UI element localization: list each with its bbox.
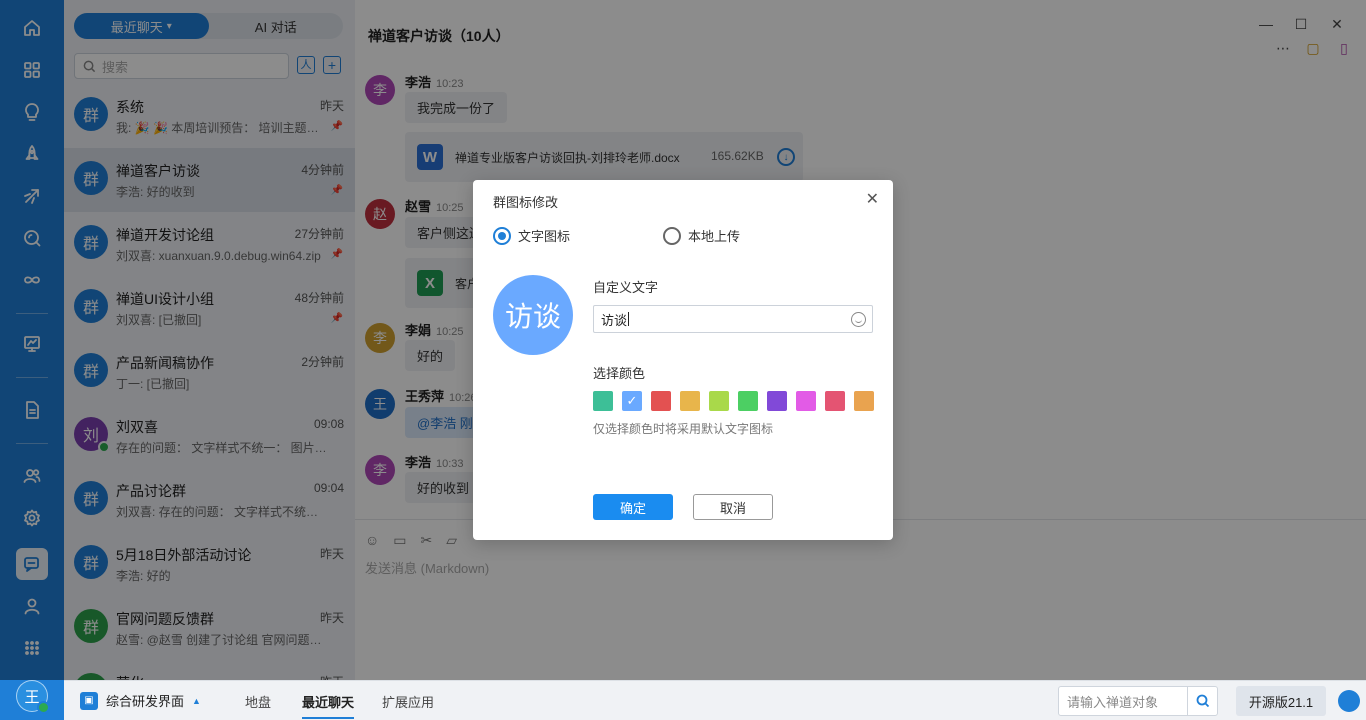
custom-text-label: 自定义文字: [593, 280, 659, 295]
color-swatch[interactable]: [854, 391, 874, 411]
color-swatches: ✓: [593, 391, 874, 411]
radio-checked-icon: [493, 226, 511, 245]
text-caret: [628, 312, 630, 326]
color-swatch[interactable]: [680, 391, 700, 411]
color-swatch[interactable]: [593, 391, 613, 411]
radio-label: 文字图标: [518, 229, 571, 244]
color-swatch[interactable]: [651, 391, 671, 411]
check-icon: ✓: [626, 393, 638, 408]
radio-label: 本地上传: [688, 229, 741, 244]
workspace-label: 综合研发界面: [106, 694, 185, 709]
emoji-icon[interactable]: [851, 312, 866, 327]
workspace-switcher[interactable]: ▣ 综合研发界面 ▲: [80, 691, 201, 710]
radio-unchecked-icon: [663, 226, 681, 245]
caret-up-icon: ▲: [192, 695, 201, 706]
close-icon[interactable]: ✕: [866, 192, 879, 208]
version-badge[interactable]: 开源版21.1: [1236, 686, 1326, 716]
tab-recent-chats-bottom[interactable]: 最近聊天: [302, 692, 355, 719]
color-swatch[interactable]: [738, 391, 758, 411]
color-swatch[interactable]: [796, 391, 816, 411]
workspace-icon: ▣: [80, 691, 98, 710]
online-status-icon: [37, 701, 50, 714]
color-swatch[interactable]: [825, 391, 845, 411]
color-swatch[interactable]: [767, 391, 787, 411]
color-label: 选择颜色: [593, 366, 646, 381]
custom-text-input[interactable]: 访谈: [593, 305, 873, 333]
cancel-button[interactable]: 取消: [693, 494, 773, 520]
tab-dashboard[interactable]: 地盘: [245, 692, 271, 711]
confirm-button[interactable]: 确定: [593, 494, 673, 520]
group-icon-dialog: 群图标修改 ✕ 文字图标 本地上传 访谈 自定义文字 访谈 选择颜色 ✓ 仅选择…: [473, 180, 893, 540]
object-search-input[interactable]: 请输入禅道对象: [1058, 686, 1218, 716]
tab-extensions[interactable]: 扩展应用: [382, 692, 434, 711]
radio-upload[interactable]: 本地上传: [663, 226, 740, 245]
input-value: 访谈: [601, 312, 628, 328]
icon-preview: 访谈: [493, 275, 573, 355]
search-placeholder: 请输入禅道对象: [1067, 694, 1159, 710]
current-user-avatar[interactable]: 王: [16, 680, 50, 714]
color-swatch[interactable]: [709, 391, 729, 411]
zentao-logo-icon[interactable]: [1338, 690, 1360, 712]
radio-text-icon[interactable]: 文字图标: [493, 226, 570, 245]
color-swatch-selected[interactable]: ✓: [622, 391, 642, 411]
bottom-bar: ▣ 综合研发界面 ▲ 地盘 最近聊天 扩展应用 请输入禅道对象 开源版21.1: [64, 680, 1366, 720]
dialog-title: 群图标修改: [493, 195, 559, 210]
search-icon[interactable]: [1187, 687, 1217, 715]
color-hint: 仅选择颜色时将采用默认文字图标: [593, 422, 774, 436]
